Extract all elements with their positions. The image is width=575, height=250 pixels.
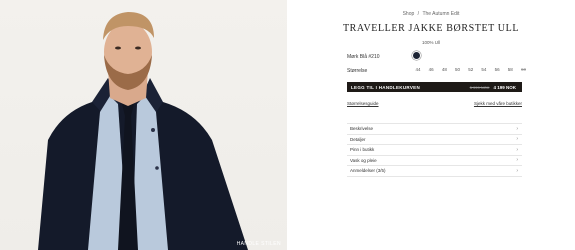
accordion-item-reviews[interactable]: Anmeldelser (3/5) › bbox=[347, 166, 522, 177]
accordion-label: Anmeldelser (3/5) bbox=[350, 168, 386, 174]
product-panel: Shop / The Autumn Edit TRAVELLER JAKKE B… bbox=[287, 0, 575, 250]
breadcrumb: Shop / The Autumn Edit bbox=[287, 11, 575, 17]
size-option[interactable]: 56 bbox=[491, 67, 503, 72]
chevron-right-icon: › bbox=[516, 136, 518, 143]
size-option[interactable]: 44 bbox=[412, 67, 424, 72]
accordion-item-description[interactable]: Beskrivelse › bbox=[347, 124, 522, 135]
old-price: 5 999 NOK bbox=[469, 84, 490, 90]
size-option-unavailable: 60 bbox=[520, 67, 526, 72]
size-option[interactable]: 52 bbox=[465, 67, 477, 72]
size-option[interactable]: 58 bbox=[504, 67, 516, 72]
accordion-item-details[interactable]: Detaljer › bbox=[347, 135, 522, 145]
product-title: TRAVELLER JAKKE BØRSTET ULL bbox=[342, 23, 520, 34]
product-image: HANDLE STILEN bbox=[0, 0, 287, 250]
accordion-label: Beskrivelse bbox=[350, 126, 374, 132]
color-swatch[interactable] bbox=[413, 52, 420, 59]
breadcrumb-autumn-edit[interactable]: The Autumn Edit bbox=[422, 11, 459, 17]
accordion-item-care[interactable]: Vask og pleie › bbox=[347, 156, 522, 166]
size-guide-link[interactable]: Størrelsesguide bbox=[347, 101, 379, 106]
image-overlay-label[interactable]: HANDLE STILEN bbox=[237, 241, 281, 247]
size-option[interactable]: 50 bbox=[452, 67, 464, 72]
product-info-accordion: Beskrivelse › Detaljer › Pinn i butikk ›… bbox=[347, 123, 522, 177]
size-option[interactable]: 54 bbox=[478, 67, 490, 72]
accordion-label: Detaljer bbox=[350, 136, 366, 142]
product-material: 100% Ull bbox=[421, 40, 440, 45]
current-price: 4 199 NOK bbox=[493, 84, 516, 90]
size-option[interactable]: 46 bbox=[425, 67, 437, 72]
size-option[interactable]: 48 bbox=[438, 67, 450, 72]
size-selector: 44 46 48 50 52 54 56 58 60 bbox=[412, 67, 531, 72]
chevron-right-icon: › bbox=[516, 157, 518, 164]
breadcrumb-separator: / bbox=[417, 11, 420, 17]
chevron-right-icon: › bbox=[516, 146, 518, 153]
model-illustration bbox=[38, 12, 248, 250]
add-to-cart-button[interactable]: LEGG TIL I HANDLEKURVEN 5 999 NOK 4 199 … bbox=[347, 82, 522, 92]
add-to-cart-label: LEGG TIL I HANDLEKURVEN bbox=[351, 84, 420, 90]
accordion-label: Pinn i butikk bbox=[350, 147, 375, 153]
accordion-label: Vask og pleie bbox=[350, 157, 377, 163]
chevron-right-icon: › bbox=[516, 125, 518, 132]
size-label: Størrelse bbox=[347, 68, 368, 74]
breadcrumb-shop[interactable]: Shop bbox=[403, 11, 415, 17]
chevron-right-icon: › bbox=[516, 167, 518, 174]
color-label: Mørk Blå #210 bbox=[347, 54, 380, 60]
accordion-item-in-store[interactable]: Pinn i butikk › bbox=[347, 145, 522, 156]
store-stock-link[interactable]: Sjekk med våre butikker bbox=[474, 101, 522, 106]
